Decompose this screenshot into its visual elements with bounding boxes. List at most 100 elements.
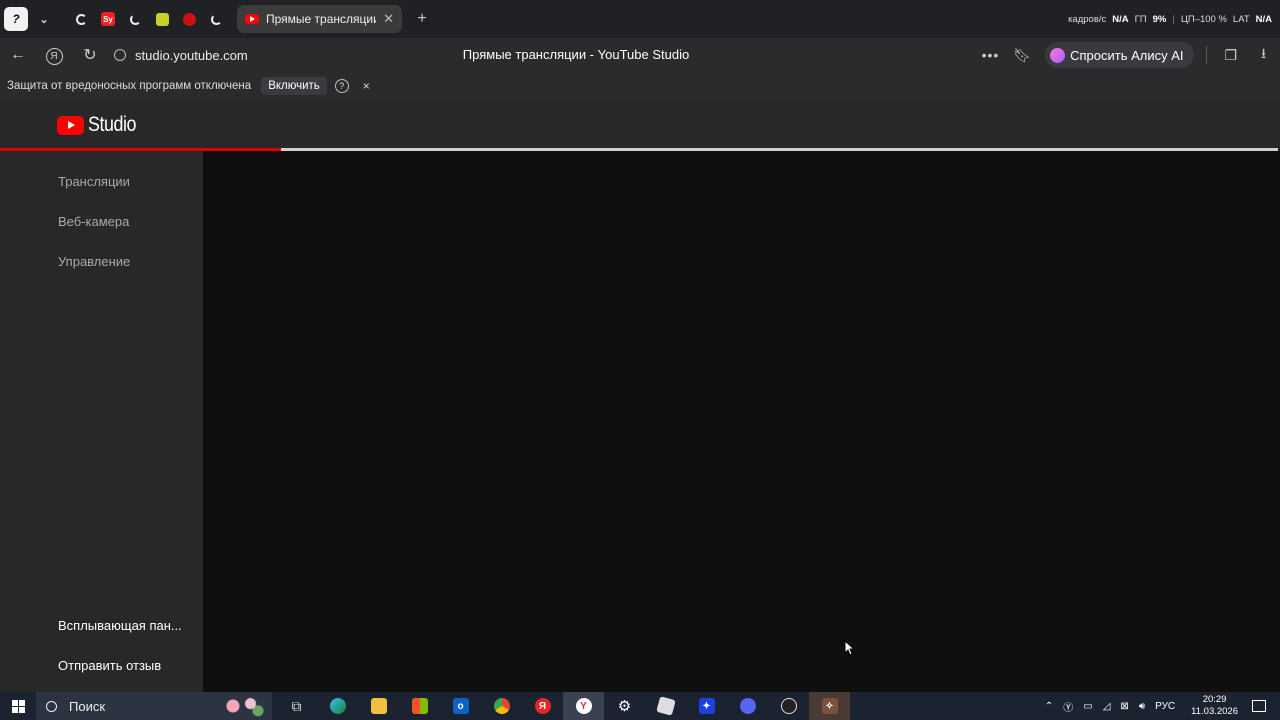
windows-logo-icon — [11, 699, 25, 713]
gamepad-icon: ✦ — [698, 698, 715, 714]
search-highlight-image — [218, 694, 268, 718]
taskbar-app-roblox[interactable] — [645, 692, 686, 720]
store-icon — [411, 698, 428, 714]
task-view-icon: ⧉ — [291, 697, 302, 714]
sidebar-item-webcam[interactable]: Веб-камера — [58, 214, 129, 229]
taskbar-app-obs[interactable] — [768, 692, 809, 720]
start-button[interactable] — [0, 692, 36, 720]
new-tab-button[interactable]: + — [412, 10, 432, 28]
taskbar-search-placeholder: Поиск — [69, 698, 106, 714]
cpu-label: ЦП–100 % — [1180, 13, 1227, 25]
divider: | — [1172, 13, 1175, 25]
folder-icon — [370, 698, 387, 714]
taskbar-app-store[interactable] — [399, 692, 440, 720]
studio-logo[interactable]: Studio — [57, 113, 145, 137]
collections-icon[interactable]: ❐ — [1225, 47, 1238, 64]
tray-yandex-icon[interactable]: Ⓨ — [1063, 699, 1073, 714]
active-tab[interactable]: Прямые трансляции - ✕ — [237, 5, 402, 33]
studio-logo-text: Studio — [88, 113, 137, 136]
bookmark-icon[interactable]: 🔖︎ — [1013, 47, 1031, 64]
taskbar-app-settings[interactable]: ⚙ — [604, 692, 645, 720]
taskbar-app-edge[interactable] — [317, 692, 358, 720]
tabs-dropdown-chevron-icon[interactable]: ⌄ — [32, 7, 56, 31]
taskbar-app-game[interactable]: ✦ — [686, 692, 727, 720]
reload-icon[interactable]: ↻ — [72, 45, 108, 65]
site-info-icon[interactable] — [114, 49, 126, 61]
site-favicon-icon — [155, 12, 169, 26]
security-notification-bar: Защита от вредоносных программ отключена… — [0, 72, 1280, 99]
lang-indicator: LAT — [1232, 13, 1250, 25]
taskbar-app-studio[interactable]: ✧ — [809, 692, 850, 720]
ask-alice-label: Спросить Алису AI — [1070, 47, 1184, 63]
youtube-favicon-icon — [245, 14, 259, 24]
close-tab-icon[interactable]: ✕ — [383, 11, 394, 27]
taskbar-app-yandex-browser[interactable]: Y — [563, 692, 604, 720]
fps-label: кадров/с — [1068, 13, 1107, 25]
taskbar-app-chrome[interactable] — [481, 692, 522, 720]
sidebar: Трансляции Веб-камера Управление Всплыва… — [0, 151, 203, 692]
download-icon[interactable]: ⭳ — [1261, 43, 1266, 67]
pinned-tab-red[interactable] — [176, 6, 202, 32]
pinned-tab-sy[interactable]: Sy — [95, 6, 121, 32]
taskbar-app-discord[interactable] — [727, 692, 768, 720]
mail-icon: o — [452, 698, 469, 714]
gear-icon: ⚙ — [617, 698, 632, 715]
tray-volume-icon[interactable]: 🔊︎ — [1139, 701, 1145, 712]
site-favicon-icon — [182, 12, 196, 26]
help-icon[interactable]: ? — [334, 78, 349, 93]
discord-icon — [739, 698, 756, 714]
task-view-button[interactable]: ⧉ — [276, 692, 317, 720]
browser-menu-icon[interactable]: ? — [4, 7, 28, 31]
back-arrow-icon[interactable]: ← — [0, 46, 36, 64]
chrome-icon — [493, 698, 510, 714]
sy-favicon-icon: Sy — [101, 12, 115, 26]
more-options-icon[interactable]: ••• — [982, 47, 1000, 63]
obs-icon — [780, 698, 797, 714]
action-center-icon[interactable] — [1252, 700, 1266, 712]
yandex-icon: Я — [534, 698, 551, 714]
tray-battery-icon[interactable]: ▭ — [1083, 701, 1092, 712]
app-icon: ✧ — [821, 698, 838, 714]
yandex-browser-icon: Y — [575, 698, 592, 714]
edge-icon — [329, 698, 346, 714]
ask-alice-button[interactable]: Спросить Алису AI — [1045, 42, 1194, 68]
enable-protection-button[interactable]: Включить — [261, 76, 327, 95]
clock-time: 20:29 — [1202, 694, 1227, 705]
tray-display-icon[interactable]: ⊠ — [1120, 701, 1128, 712]
tray-chevron-up-icon[interactable]: ⌃ — [1045, 701, 1053, 712]
loading-spinner-icon — [129, 13, 141, 25]
close-notification-icon[interactable]: × — [363, 79, 370, 93]
alice-icon — [1050, 47, 1066, 63]
pinned-tab-yellow[interactable] — [149, 6, 175, 32]
tray-clock[interactable]: 20:29 11.03.2026 — [1191, 694, 1238, 718]
loading-spinner-icon — [210, 13, 222, 25]
taskbar-app-yandex[interactable]: Я — [522, 692, 563, 720]
youtube-play-icon — [57, 115, 84, 135]
pinned-tab-loading-2[interactable] — [122, 6, 148, 32]
yandex-home-icon[interactable]: Я — [36, 46, 72, 65]
search-icon — [46, 700, 57, 712]
sidebar-item-manage[interactable]: Управление — [58, 254, 130, 269]
clock-date: 11.03.2026 — [1191, 706, 1238, 717]
system-tray: ⌃ Ⓨ ▭ ◿ ⊠ 🔊︎ РУС 20:29 11.03.2026 — [1045, 692, 1280, 720]
taskbar-app-outlook[interactable]: o — [440, 692, 481, 720]
url-field[interactable]: studio.youtube.com — [135, 48, 248, 63]
gpu-label: ГП — [1134, 13, 1147, 25]
tray-network-icon[interactable]: ◿ — [1103, 701, 1111, 712]
taskbar-search-box[interactable]: Поиск — [36, 692, 272, 720]
sidebar-item-popout-chat[interactable]: Всплывающая пан... — [58, 618, 182, 633]
sidebar-item-streams[interactable]: Трансляции — [58, 174, 130, 189]
sidebar-item-send-feedback[interactable]: Отправить отзыв — [58, 658, 161, 673]
address-bar: ← Я ↻ studio.youtube.com Прямые трансляц… — [0, 38, 1280, 72]
studio-header: Studio — [0, 99, 1280, 149]
windows-taskbar: Поиск ⧉ o Я Y ⚙ ✦ ✧ ⌃ Ⓨ ▭ ◿ ⊠ 🔊︎ РУС 20:… — [0, 692, 1280, 720]
gpu-value: 9% — [1152, 13, 1167, 25]
pinned-tab-loading-3[interactable] — [203, 6, 229, 32]
pinned-tab-loading-1[interactable] — [68, 6, 94, 32]
main-content-area — [203, 151, 1280, 692]
system-overlay-stats: кадров/с N/A ГП 9% | ЦП–100 % LAT N/A — [1068, 0, 1280, 38]
notification-text: Защита от вредоносных программ отключена — [7, 79, 252, 92]
taskbar-app-explorer[interactable] — [358, 692, 399, 720]
loading-spinner-icon — [75, 13, 87, 25]
tray-language[interactable]: РУС — [1155, 701, 1175, 712]
